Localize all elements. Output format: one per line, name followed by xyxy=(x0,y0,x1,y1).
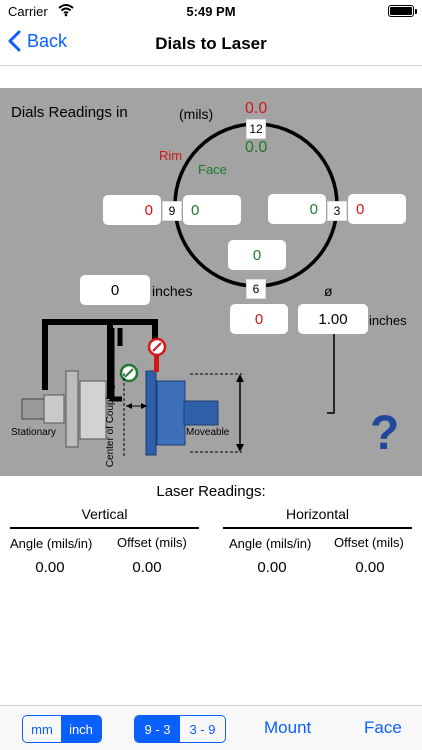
stationary-label: Stationary xyxy=(11,427,57,438)
battery-icon xyxy=(388,5,417,17)
diameter-lead-line xyxy=(327,332,335,414)
vertical-angle-label: Angle (mils/in) xyxy=(10,536,93,551)
diameter-unit-label: inches xyxy=(369,313,407,328)
bottom-face-input[interactable]: 0 xyxy=(228,240,286,270)
dial-diagram-panel: Dials Readings in (mils) 0.0 12 0.0 Rim … xyxy=(0,88,422,476)
unit-segmented-control: mm inch xyxy=(22,715,102,743)
vertical-angle-value: 0.00 xyxy=(35,559,65,576)
alignment-diagram xyxy=(21,122,339,458)
navigation-bar: Back Dials to Laser xyxy=(0,22,422,66)
unit-inch-segment[interactable]: inch xyxy=(61,716,101,742)
left-rim-input[interactable]: 0 xyxy=(103,195,161,225)
page-title: Dials to Laser xyxy=(155,34,267,53)
position-9-3-segment[interactable]: 9 - 3 xyxy=(135,716,180,742)
top-face-value: 0.0 xyxy=(245,139,268,156)
left-face-input[interactable]: 0 xyxy=(183,195,241,225)
status-bar: Carrier 5:49 PM xyxy=(0,0,422,22)
bottom-rim-input[interactable]: 0 xyxy=(230,304,288,334)
clock-time: 5:49 PM xyxy=(186,4,236,19)
moveable-label: Moveable xyxy=(186,427,230,438)
vertical-offset-value: 0.00 xyxy=(132,559,162,576)
diameter-input[interactable]: 1.00 xyxy=(298,304,368,334)
center-of-coupling-label: Center of Coupling xyxy=(105,383,117,468)
top-rim-value: 0.0 xyxy=(245,100,268,117)
face-button[interactable]: Face xyxy=(364,718,402,738)
horizontal-offset-label: Offset (mils) xyxy=(334,535,404,550)
rim-label: Rim xyxy=(159,148,183,163)
horizontal-divider xyxy=(223,527,412,529)
clock-3-label: 3 xyxy=(327,201,347,221)
horizontal-offset-value: 0.00 xyxy=(355,559,385,576)
help-button[interactable]: ? xyxy=(370,406,399,461)
diameter-symbol: ø xyxy=(324,283,333,299)
mount-button[interactable]: Mount xyxy=(264,718,311,738)
bottom-toolbar: mm inch 9 - 3 3 - 9 Mount Face xyxy=(0,705,422,750)
dials-units: (mils) xyxy=(179,106,214,122)
vertical-title: Vertical xyxy=(81,506,128,522)
distance-unit-label: inches xyxy=(152,283,193,299)
moveable-machine xyxy=(145,370,219,456)
clock-12-label: 12 xyxy=(246,119,266,139)
right-rim-input[interactable]: 0 xyxy=(348,194,406,224)
horizontal-title: Horizontal xyxy=(285,506,350,522)
position-segmented-control: 9 - 3 3 - 9 xyxy=(134,715,226,743)
clock-9-label: 9 xyxy=(162,201,182,221)
vertical-divider xyxy=(10,527,199,529)
vertical-offset-label: Offset (mils) xyxy=(117,535,187,550)
laser-readings-heading: Laser Readings: xyxy=(156,483,266,500)
dials-heading: Dials Readings in xyxy=(11,104,128,121)
distance-input[interactable]: 0 xyxy=(80,275,150,305)
horizontal-angle-label: Angle (mils/in) xyxy=(229,536,312,551)
face-label: Face xyxy=(198,162,227,177)
horizontal-angle-value: 0.00 xyxy=(257,559,287,576)
clock-6-label: 6 xyxy=(246,279,266,299)
unit-mm-segment[interactable]: mm xyxy=(23,716,61,742)
position-3-9-segment[interactable]: 3 - 9 xyxy=(180,716,225,742)
right-face-input[interactable]: 0 xyxy=(268,194,326,224)
